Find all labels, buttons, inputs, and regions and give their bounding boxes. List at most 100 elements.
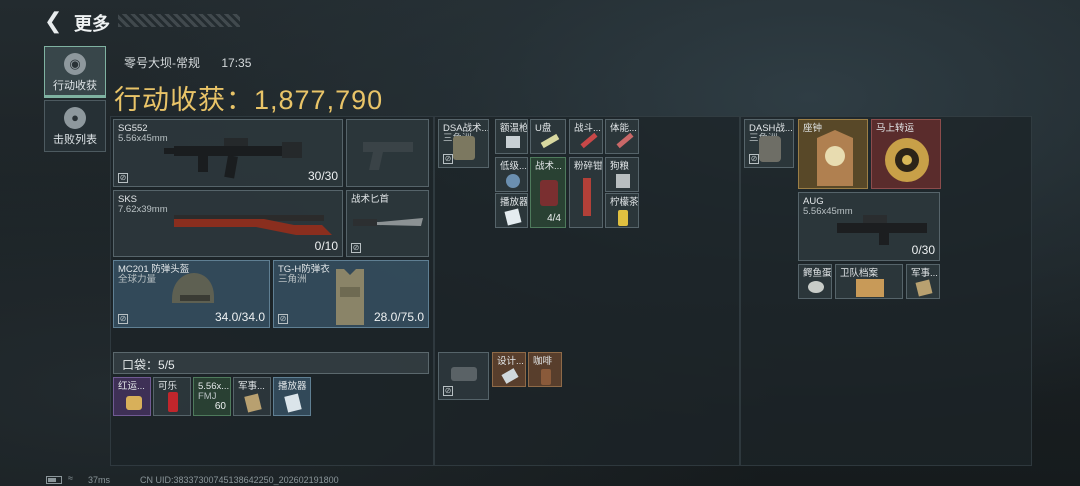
lock-icon: ⊘	[443, 154, 453, 164]
secondary-weapon-slot[interactable]: SKS 7.62x39mm 0/10	[113, 190, 343, 257]
rig-item[interactable]: 粉碎钳	[569, 157, 603, 228]
match-info: 零号大坝-常规 17:35	[124, 54, 269, 71]
item-name: 战术...	[535, 161, 562, 172]
lock-icon: ⊘	[351, 243, 361, 253]
backpack-weapon-slot[interactable]: AUG 5.56x45mm 0/30	[798, 192, 940, 261]
tab-loot[interactable]: ◉ 行动收获	[44, 46, 106, 98]
pocket-header: 口袋：5/5	[113, 352, 429, 374]
document-icon	[915, 279, 933, 297]
title-decoration	[118, 14, 240, 27]
pistol-slot[interactable]	[346, 119, 429, 187]
pliers-icon	[583, 178, 591, 216]
bottle-icon	[506, 174, 520, 188]
rig-item[interactable]: U盘	[530, 119, 566, 154]
knife-icon	[353, 218, 423, 226]
backpack-icon	[759, 136, 781, 162]
backpack-item[interactable]: 马上转运	[871, 119, 941, 189]
lock-icon: ⊘	[443, 386, 453, 396]
loot-value: 行动收获：1,877,790	[114, 78, 383, 117]
armor-vest-icon	[336, 269, 364, 325]
pocket-item[interactable]: 红运...	[113, 377, 151, 416]
pocket-item[interactable]: 军事...	[233, 377, 271, 416]
tab-loot-label: 行动收获	[53, 80, 97, 92]
status-bar: ≈ 37ms CN UID:38337300745138642250_20260…	[0, 470, 1080, 486]
item-name: 设计...	[497, 356, 524, 367]
item-name: 鳄鱼蛋	[803, 268, 832, 279]
durability: 28.0/75.0	[373, 310, 424, 324]
rig-slot[interactable]: DSA战术... 三角洲 ⊘	[438, 119, 489, 168]
item-name: 狗粮	[610, 161, 630, 172]
usb-drive-icon	[540, 133, 560, 149]
egg-icon	[808, 281, 824, 293]
item-name: 可乐	[158, 381, 178, 392]
rig-item[interactable]: 柠檬茶	[605, 193, 639, 228]
item-maker: 三角洲	[278, 274, 307, 285]
tab-kill-list[interactable]: ● 击败列表	[44, 100, 106, 152]
loot-value-label: 行动收获：	[114, 85, 254, 115]
lock-icon: ⊘	[278, 314, 288, 324]
skull-icon: ●	[64, 107, 86, 129]
ping-text: 37ms	[88, 475, 111, 485]
backpack-item[interactable]: 卫队档案	[835, 264, 903, 299]
helmet-icon	[172, 273, 214, 303]
stack-count: 4/4	[547, 213, 561, 224]
lock-icon: ⊘	[118, 314, 128, 324]
rig-item[interactable]: 体能...	[605, 119, 639, 154]
page-title: 更多	[74, 14, 110, 34]
item-name: 播放器	[500, 197, 528, 208]
item-name: 卫队档案	[840, 268, 879, 279]
item-name: 柠檬茶	[610, 197, 639, 208]
sks-rifle-icon	[174, 215, 332, 235]
loot-value-amount: 1,877,790	[254, 85, 384, 115]
item-name: 体能...	[610, 123, 637, 134]
backpack-slot[interactable]: DASH战... 三角洲 ⊘	[744, 119, 794, 168]
rifle-icon	[164, 138, 302, 179]
rig-item[interactable]: 播放器	[495, 193, 528, 228]
tab-kill-list-label: 击败列表	[53, 134, 97, 146]
medkit-icon	[540, 180, 558, 206]
knife-slot[interactable]: 战术匕首 ⊘	[346, 190, 429, 257]
match-time: 17:35	[221, 56, 252, 70]
item-name: 咖啡	[533, 356, 553, 367]
backpack-item[interactable]: 座钟	[798, 119, 868, 189]
item-name: U盘	[535, 123, 552, 134]
tea-can-icon	[618, 210, 628, 226]
case-item[interactable]: 咖啡	[528, 352, 562, 387]
item-caliber: 7.62x39mm	[118, 204, 168, 215]
battery-icon	[46, 476, 62, 484]
secure-case-slot[interactable]: ⊘	[438, 352, 489, 400]
rig-item[interactable]: 狗粮	[605, 157, 639, 192]
pocket-label: 口袋：	[122, 358, 159, 372]
amulet-icon	[126, 396, 142, 410]
map-name: 零号大坝-常规	[124, 56, 200, 70]
backpack-item[interactable]: 军事...	[906, 264, 940, 299]
cola-can-icon	[168, 392, 178, 412]
pocket-item[interactable]: 可乐	[153, 377, 191, 416]
rig-item[interactable]: 战斗...	[569, 119, 603, 154]
primary-weapon-slot[interactable]: SG552 5.56x45mm ⊘ 30/30	[113, 119, 343, 187]
helmet-slot[interactable]: MC201 防弹头盔 全球力量 ⊘ 34.0/34.0	[113, 260, 270, 328]
item-name: 军事...	[911, 268, 938, 279]
case-item[interactable]: 设计...	[492, 352, 526, 387]
rig-item[interactable]: 低级...	[495, 157, 528, 192]
pocket-count: 5/5	[158, 358, 175, 372]
item-name: 红运...	[118, 381, 145, 392]
food-can-icon	[616, 174, 630, 188]
item-name: 粉碎钳	[574, 161, 603, 172]
item-name: 战斗...	[574, 123, 601, 134]
rig-item[interactable]: 额温枪	[495, 119, 528, 154]
rig-item[interactable]: 战术... 4/4	[530, 157, 566, 228]
compass-icon	[885, 138, 929, 182]
pocket-item[interactable]: 5.56x... FMJ 60	[193, 377, 231, 416]
clock-icon	[817, 130, 853, 186]
back-arrow-icon[interactable]: ❮	[44, 10, 66, 32]
blueprint-icon	[501, 368, 519, 384]
player-icon	[284, 393, 302, 413]
ammo-count: 0/10	[314, 239, 338, 253]
document-icon	[244, 393, 262, 413]
item-name: 军事...	[238, 381, 265, 392]
armor-slot[interactable]: TG-H防弹衣 三角洲 ⊘ 28.0/75.0	[273, 260, 429, 328]
backpack-item[interactable]: 鳄鱼蛋	[798, 264, 832, 299]
injector-icon	[580, 132, 598, 149]
pocket-item[interactable]: 播放器	[273, 377, 311, 416]
